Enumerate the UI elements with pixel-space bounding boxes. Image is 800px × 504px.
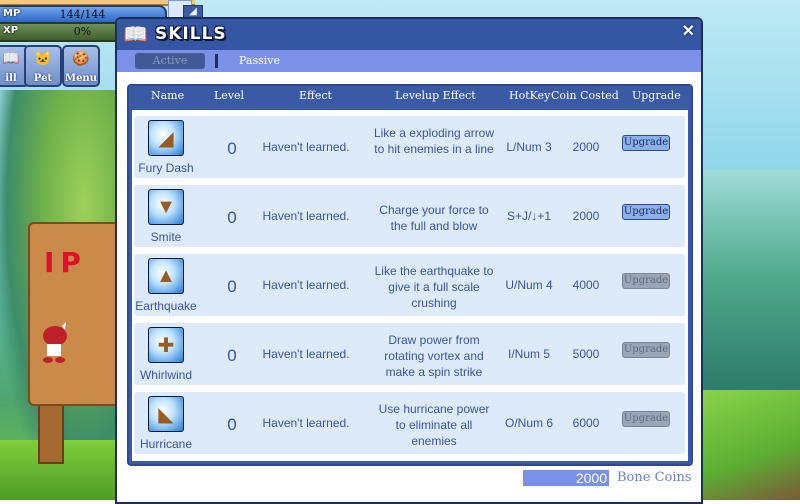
background-grass bbox=[700, 390, 800, 500]
table-body: ◢ Fury Dash 0 Haven't learned. Like a ex… bbox=[132, 110, 688, 461]
column-name: Name bbox=[151, 89, 185, 102]
pet-icon: 🐱 bbox=[34, 50, 52, 66]
skill-level: 0 bbox=[227, 208, 237, 227]
tab-bar: Active Passive bbox=[117, 50, 701, 72]
skill-effect: Haven't learned. bbox=[262, 347, 350, 361]
skill-name: Earthquake bbox=[135, 299, 197, 313]
skill-level: 0 bbox=[227, 277, 237, 296]
fury-dash-icon: ◢ bbox=[148, 120, 184, 156]
skill-hotkey: I/Num 5 bbox=[507, 347, 550, 361]
skills-table: Name Level Effect Levelup Effect HotKey … bbox=[127, 84, 693, 466]
skill-row-smite: ▼ Smite 0 Haven't learned. Charge your f… bbox=[134, 185, 685, 247]
column-effect: Effect bbox=[299, 89, 332, 102]
skill-hotkey: O/Num 6 bbox=[504, 416, 553, 430]
coins-label: Bone Coins bbox=[617, 470, 692, 485]
skill-effect: Haven't learned. bbox=[262, 278, 350, 292]
window-title: SKILLS bbox=[155, 24, 227, 44]
skill-row-earthquake: ▲ Earthquake 0 Haven't learned. Like the… bbox=[134, 254, 685, 316]
tab-divider bbox=[215, 54, 218, 68]
sign-text: IP bbox=[44, 246, 87, 279]
skill-effect: Haven't learned. bbox=[262, 209, 350, 223]
skill-hotkey: L/Num 3 bbox=[506, 140, 552, 154]
column-level: Level bbox=[214, 89, 245, 102]
whirlwind-icon: ✚ bbox=[148, 327, 184, 363]
skill-cost: 6000 bbox=[572, 416, 600, 430]
tab-passive[interactable]: Passive bbox=[239, 53, 280, 69]
column-hotkey: HotKey bbox=[509, 89, 551, 102]
upgrade-button[interactable]: Upgrade bbox=[622, 204, 670, 220]
skill-level: 0 bbox=[227, 346, 237, 365]
column-levelup-effect: Levelup Effect bbox=[395, 89, 476, 102]
skill-row-fury-dash: ◢ Fury Dash 0 Haven't learned. Like a ex… bbox=[134, 116, 685, 178]
skill-name: Hurricane bbox=[139, 437, 193, 451]
skill-levelup-effect: Like a exploding arrow to hit enemies in… bbox=[373, 126, 495, 156]
skill-name: Whirlwind bbox=[139, 368, 192, 382]
table-header: Name Level Effect Levelup Effect HotKey … bbox=[129, 86, 691, 108]
skill-row-hurricane: ◣ Hurricane 0 Haven't learned. Use hurri… bbox=[134, 392, 685, 454]
upgrade-button-disabled[interactable]: Upgrade bbox=[622, 273, 670, 289]
column-coin-costed: Coin Costed bbox=[551, 89, 619, 102]
skill-hotkey: U/Num 4 bbox=[505, 278, 553, 292]
upgrade-button-disabled[interactable]: Upgrade bbox=[622, 342, 670, 358]
skill-row-whirlwind: ✚ Whirlwind 0 Haven't learned. Draw powe… bbox=[134, 323, 685, 385]
skill-levelup-effect: Use hurricane power to eliminate all ene… bbox=[378, 402, 490, 448]
skill-levelup-effect: Charge your force to the full and blow bbox=[379, 203, 489, 233]
skill-cost: 2000 bbox=[572, 140, 600, 154]
skill-effect: Haven't learned. bbox=[262, 416, 350, 430]
skill-effect: Haven't learned. bbox=[262, 140, 350, 154]
menu-button[interactable]: 🍪 Menu bbox=[62, 45, 100, 87]
skill-name: Fury Dash bbox=[138, 161, 194, 175]
skill-name: Smite bbox=[150, 230, 182, 244]
upgrade-button-disabled[interactable]: Upgrade bbox=[622, 411, 670, 427]
skill-cost: 4000 bbox=[572, 278, 600, 292]
tab-active[interactable]: Active bbox=[135, 53, 205, 69]
skill-cost: 5000 bbox=[572, 347, 600, 361]
spell-book-icon: 📖 bbox=[123, 24, 148, 46]
skill-level: 0 bbox=[227, 415, 237, 434]
pet-button[interactable]: 🐱 Pet bbox=[24, 45, 62, 87]
menu-cookie-icon: 🍪 bbox=[72, 50, 90, 66]
hurricane-icon: ◣ bbox=[148, 396, 184, 432]
close-icon[interactable]: ✕ bbox=[682, 24, 695, 40]
earthquake-icon: ▲ bbox=[148, 258, 184, 294]
pet-dragon-icon bbox=[43, 322, 67, 363]
skill-levelup-effect: Like the earthquake to give it a full sc… bbox=[374, 264, 494, 310]
upgrade-button[interactable]: Upgrade bbox=[622, 135, 670, 151]
skills-window: 📖 SKILLS ✕ Active Passive Name Level Eff… bbox=[115, 17, 703, 504]
skill-hotkey: S+J/↓+1 bbox=[506, 209, 552, 223]
window-title-bar[interactable]: 📖 SKILLS ✕ bbox=[117, 19, 701, 50]
skill-level: 0 bbox=[227, 139, 237, 158]
skill-levelup-effect: Draw power from rotating vortex and make… bbox=[384, 333, 484, 379]
smite-icon: ▼ bbox=[148, 189, 184, 225]
coins-value: 2000 bbox=[523, 470, 609, 486]
column-upgrade: Upgrade bbox=[632, 89, 681, 102]
skill-cost: 2000 bbox=[572, 209, 600, 223]
